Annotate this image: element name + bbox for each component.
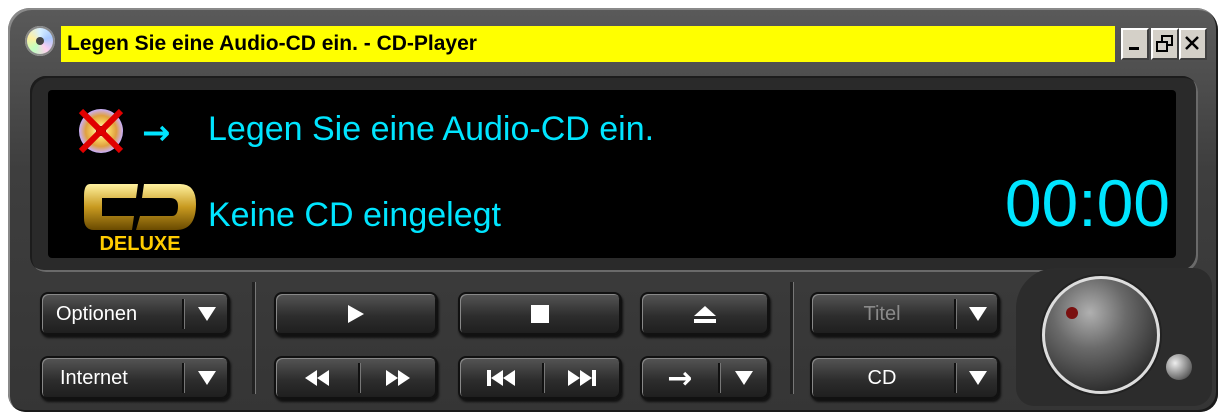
close-icon: [1185, 36, 1199, 50]
track-skip-buttons: [458, 356, 622, 400]
minimize-icon: [1129, 47, 1139, 50]
arrow-icon: →: [142, 113, 171, 153]
next-track-icon[interactable]: [544, 358, 620, 398]
options-dropdown-icon[interactable]: [188, 294, 226, 334]
options-label: Optionen: [56, 303, 138, 325]
stop-icon: [460, 294, 620, 334]
stop-button[interactable]: [458, 292, 622, 336]
play-icon: [276, 294, 436, 334]
track-dropdown-icon[interactable]: [958, 294, 998, 334]
restore-button[interactable]: [1151, 28, 1179, 60]
eject-icon: [642, 294, 768, 334]
play-mode-button[interactable]: →: [640, 356, 770, 400]
track-select[interactable]: Titel: [810, 292, 1000, 336]
internet-button[interactable]: Internet: [40, 356, 230, 400]
source-select[interactable]: CD: [810, 356, 1000, 400]
internet-label: Internet: [60, 367, 128, 389]
status-line-1: Legen Sie eine Audio-CD ein.: [208, 110, 655, 148]
previous-track-icon[interactable]: [460, 358, 542, 398]
rewind-icon[interactable]: [276, 358, 358, 398]
cd-deluxe-logo: DELUXE: [80, 176, 200, 254]
restore-icon: [1156, 35, 1173, 52]
no-cd-icon: [78, 108, 124, 154]
minimize-button[interactable]: [1121, 28, 1149, 60]
divider: [790, 282, 793, 394]
cd-logo-icon: [84, 184, 196, 230]
window-title: Legen Sie eine Audio-CD ein. - CD-Player: [61, 26, 1115, 62]
eject-button[interactable]: [640, 292, 770, 336]
track-label: Titel: [863, 303, 901, 325]
play-button[interactable]: [274, 292, 438, 336]
mode-dropdown-icon[interactable]: [722, 358, 766, 398]
options-button[interactable]: Optionen: [40, 292, 230, 336]
volume-knob[interactable]: [1042, 276, 1160, 394]
source-dropdown-icon[interactable]: [958, 358, 998, 398]
source-label: CD: [867, 367, 897, 389]
close-button[interactable]: [1179, 28, 1207, 60]
cd-app-icon: [25, 26, 55, 56]
time-display: 00:00: [1004, 166, 1170, 240]
seek-buttons: [274, 356, 438, 400]
divider: [252, 282, 255, 394]
mode-arrow-icon: →: [667, 360, 693, 396]
fast-forward-icon[interactable]: [360, 358, 436, 398]
balance-knob[interactable]: [1166, 354, 1192, 380]
internet-dropdown-icon[interactable]: [188, 358, 226, 398]
knob-indicator: [1066, 307, 1078, 319]
title-bar: Legen Sie eine Audio-CD ein. - CD-Player: [25, 18, 1207, 70]
logo-text: DELUXE: [99, 233, 181, 255]
status-line-2: Keine CD eingelegt: [208, 196, 501, 234]
